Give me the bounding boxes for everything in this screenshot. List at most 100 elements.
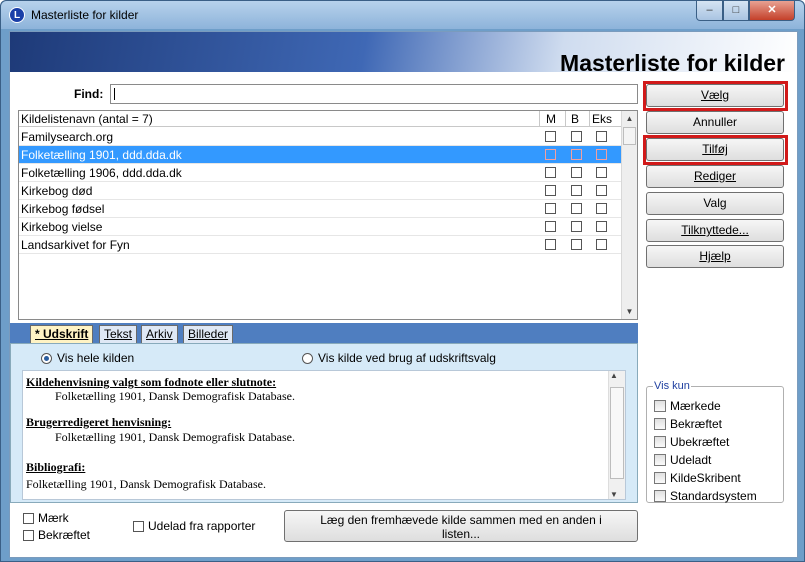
- list-item[interactable]: Familysearch.org: [19, 128, 621, 146]
- checkbox-b[interactable]: [571, 221, 582, 232]
- radio-vis-udskriftsvalg[interactable]: [302, 353, 313, 364]
- checkbox-m[interactable]: [545, 167, 556, 178]
- citation-text-fodnote: Folketælling 1901, Dansk Demografisk Dat…: [55, 389, 295, 403]
- vis-kun-checkbox[interactable]: [654, 418, 666, 430]
- list-item[interactable]: Landsarkivet for Fyn: [19, 236, 621, 254]
- checkbox-eks[interactable]: [596, 167, 607, 178]
- citation-scrollbar[interactable]: ▲ ▼: [608, 371, 625, 499]
- checkbox-eks[interactable]: [596, 203, 607, 214]
- vis-kun-checkbox[interactable]: [654, 490, 666, 502]
- scroll-down-icon[interactable]: ▼: [610, 490, 618, 499]
- list-item-name: Kirkebog fødsel: [21, 202, 105, 216]
- citation-preview: Kildehenvisning valgt som fodnote eller …: [22, 370, 626, 500]
- vis-kun-label: Udeladt: [670, 453, 712, 467]
- checkbox-b[interactable]: [571, 185, 582, 196]
- list-item[interactable]: Kirkebog død: [19, 182, 621, 200]
- highlight-box-vaelg: [643, 81, 788, 111]
- checkbox-b[interactable]: [571, 149, 582, 160]
- tab-arkiv[interactable]: Arkiv: [141, 325, 178, 343]
- maerk-label: Mærk: [38, 511, 69, 525]
- checkbox-m[interactable]: [545, 239, 556, 250]
- tilknyttede-button[interactable]: Tilknyttede...: [646, 219, 784, 242]
- hjaelp-button[interactable]: Hjælp: [646, 245, 784, 268]
- annuller-button[interactable]: Annuller: [646, 111, 784, 134]
- header-banner: Masterliste for kilder: [10, 32, 797, 76]
- tab-tekst[interactable]: Tekst: [99, 325, 138, 343]
- list-item[interactable]: Kirkebog vielse: [19, 218, 621, 236]
- checkbox-eks[interactable]: [596, 239, 607, 250]
- vis-kun-title: Vis kun: [653, 380, 691, 392]
- app-logo-icon: L: [9, 7, 25, 23]
- scrollbar-thumb[interactable]: [623, 127, 636, 145]
- list-item[interactable]: Kirkebog fødsel: [19, 200, 621, 218]
- scrollbar-thumb[interactable]: [610, 387, 624, 479]
- citation-text-brugerredigeret: Folketælling 1901, Dansk Demografisk Dat…: [55, 430, 295, 444]
- vis-kun-label: KildeSkribent: [670, 471, 741, 485]
- column-divider: [565, 111, 566, 127]
- application-window: L Masterliste for kilder – □ ✕ Masterlis…: [0, 0, 805, 562]
- list-item-name: Landsarkivet for Fyn: [21, 238, 130, 252]
- close-button[interactable]: ✕: [749, 1, 795, 21]
- merge-source-button[interactable]: Læg den fremhævede kilde sammen med en a…: [284, 510, 638, 542]
- vis-kun-label: Standardsystem: [670, 489, 757, 503]
- valg-button[interactable]: Valg: [646, 192, 784, 215]
- tab-udskrift[interactable]: * Udskrift: [30, 325, 94, 343]
- column-header-eks[interactable]: Eks: [592, 112, 612, 126]
- vis-kun-checkbox[interactable]: [654, 400, 666, 412]
- radio-label-udskriftsvalg: Vis kilde ved brug af udskriftsvalg: [318, 351, 496, 365]
- column-header-m[interactable]: M: [546, 112, 556, 126]
- list-item-name: Kirkebog død: [21, 184, 93, 198]
- vis-kun-checkbox[interactable]: [654, 436, 666, 448]
- bekraeftet-checkbox[interactable]: [23, 530, 34, 541]
- list-scrollbar[interactable]: ▲ ▼: [621, 111, 637, 319]
- window-title: Masterliste for kilder: [31, 8, 139, 22]
- maximize-button[interactable]: □: [723, 1, 749, 21]
- citation-heading-brugerredigeret: Brugerredigeret henvisning:: [26, 415, 172, 429]
- find-input[interactable]: [110, 84, 638, 104]
- column-header-name[interactable]: Kildelistenavn (antal = 7): [21, 112, 153, 126]
- minimize-button[interactable]: –: [696, 1, 723, 21]
- vis-kun-label: Bekræftet: [670, 417, 723, 431]
- citation-heading-fodnote: Kildehenvisning valgt som fodnote eller …: [26, 375, 277, 389]
- checkbox-eks[interactable]: [596, 185, 607, 196]
- checkbox-m[interactable]: [545, 221, 556, 232]
- checkbox-b[interactable]: [571, 239, 582, 250]
- page-title: Masterliste for kilder: [560, 50, 785, 76]
- bekraeftet-label: Bekræftet: [38, 528, 91, 542]
- checkbox-b[interactable]: [571, 131, 582, 142]
- column-header-b[interactable]: B: [571, 112, 579, 126]
- checkbox-m[interactable]: [545, 131, 556, 142]
- merge-button-line2: listen...: [441, 527, 480, 541]
- checkbox-m[interactable]: [545, 185, 556, 196]
- highlight-box-tilfoj: [643, 135, 788, 165]
- list-item-name: Kirkebog vielse: [21, 220, 103, 234]
- radio-vis-hele-kilden[interactable]: [41, 353, 52, 364]
- column-divider: [539, 111, 540, 127]
- tab-billeder[interactable]: Billeder: [183, 325, 234, 343]
- checkbox-b[interactable]: [571, 167, 582, 178]
- vis-kun-checkbox[interactable]: [654, 454, 666, 466]
- title-bar[interactable]: L Masterliste for kilder – □ ✕: [1, 1, 804, 29]
- checkbox-m[interactable]: [545, 149, 556, 160]
- checkbox-eks[interactable]: [596, 131, 607, 142]
- maerk-checkbox[interactable]: [23, 513, 34, 524]
- checkbox-eks[interactable]: [596, 221, 607, 232]
- list-item[interactable]: Folketælling 1906, ddd.dda.dk: [19, 164, 621, 182]
- source-list[interactable]: Kildelistenavn (antal = 7) M B Eks Famil…: [18, 110, 638, 320]
- scroll-up-icon[interactable]: ▲: [622, 111, 637, 126]
- tab-container: * Udskrift Tekst Arkiv Billeder Vis hele…: [10, 323, 640, 503]
- vis-kun-checkbox[interactable]: [654, 472, 666, 484]
- rediger-button[interactable]: Rediger: [646, 165, 784, 188]
- scroll-down-icon[interactable]: ▼: [622, 304, 637, 319]
- checkbox-m[interactable]: [545, 203, 556, 214]
- checkbox-b[interactable]: [571, 203, 582, 214]
- find-label: Find:: [74, 87, 104, 101]
- list-header: Kildelistenavn (antal = 7) M B Eks: [19, 111, 621, 127]
- radio-label-vis-hele: Vis hele kilden: [57, 351, 135, 365]
- udelad-checkbox[interactable]: [133, 521, 144, 532]
- column-divider: [589, 111, 590, 127]
- checkbox-eks[interactable]: [596, 149, 607, 160]
- list-item[interactable]: Folketælling 1901, ddd.dda.dk: [19, 146, 621, 164]
- vis-kun-label: Ubekræftet: [670, 435, 730, 449]
- scroll-up-icon[interactable]: ▲: [610, 371, 618, 380]
